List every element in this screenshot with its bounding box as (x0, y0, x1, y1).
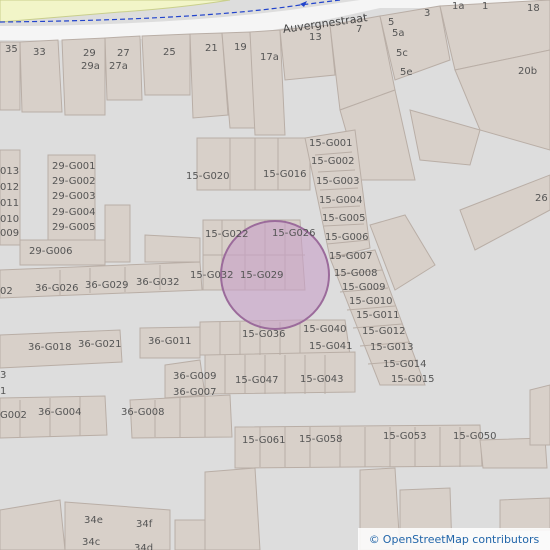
map-label: 15-G050 (453, 431, 497, 442)
map-label: 15-G012 (362, 326, 406, 337)
map-label: 15-G008 (334, 268, 378, 279)
map-label: 35 (5, 44, 18, 55)
map-label: 5c (396, 48, 408, 59)
map-label: 009 (0, 228, 20, 239)
map-label: 15-G043 (300, 374, 344, 385)
map-label: 15-G022 (205, 229, 249, 240)
attribution-link[interactable]: OpenStreetMap contributors (383, 533, 539, 546)
map-label: 013 (0, 166, 20, 177)
map-label: 36-G032 (136, 277, 180, 288)
green-area (0, 0, 231, 23)
map-label: 26 (535, 193, 548, 204)
map-label: 34f (136, 519, 153, 530)
map-label: 29 (83, 48, 96, 59)
map-label: 19 (234, 42, 247, 53)
map-label: 18 (527, 3, 540, 14)
map-label: 3 (424, 8, 431, 19)
map-label: 21 (205, 43, 218, 54)
map-label: 15-G013 (370, 342, 414, 353)
map-label: 15-G010 (349, 296, 393, 307)
map-label: G002 (0, 410, 27, 421)
map-label: 29-G005 (52, 222, 96, 233)
map-label: 3 (0, 370, 7, 381)
map-label: 36-G008 (121, 407, 165, 418)
map-label: 25 (163, 47, 176, 58)
map-label: 36-G029 (85, 280, 129, 291)
map-label: 36-G011 (148, 336, 192, 347)
map-label: 29a (81, 61, 100, 72)
map-label: 27 (117, 48, 130, 59)
map-label: 36-G021 (78, 339, 122, 350)
map-label: 15-G036 (242, 329, 286, 340)
map-label: 34d (134, 543, 154, 550)
map-label: 29-G006 (29, 246, 73, 257)
map-label: 13 (309, 32, 322, 43)
attribution[interactable]: © OpenStreetMap contributors (358, 528, 550, 550)
map-label: 15-G015 (391, 374, 435, 385)
map-label: 15-G001 (309, 138, 353, 149)
map-label: 15-G020 (186, 171, 230, 182)
map-label: 1a (452, 1, 465, 12)
map-label: 15-G032 (190, 270, 234, 281)
map-label: 29-G004 (52, 207, 96, 218)
map-label: 1 (482, 1, 489, 12)
map-label: 15-G004 (319, 195, 363, 206)
map-label: 20b (518, 66, 538, 77)
map-label: 15-G011 (356, 310, 400, 321)
map-label: 36-G004 (38, 407, 82, 418)
map-label: 5e (400, 67, 413, 78)
map-label: 011 (0, 198, 20, 209)
map-label: 29-G001 (52, 161, 96, 172)
map-label: 15-G061 (242, 435, 286, 446)
map-label: 15-G007 (329, 251, 373, 262)
map-label: 15-G005 (322, 213, 366, 224)
map-label: 15-G040 (303, 324, 347, 335)
map-label: 1 (0, 386, 7, 397)
map-label: 15-G047 (235, 375, 279, 386)
map-label: 15-G041 (309, 341, 353, 352)
map-label: 27a (109, 61, 128, 72)
copyright-symbol: © (368, 532, 380, 546)
map-label: 36-G018 (28, 342, 72, 353)
map-label: 15-G029 (240, 270, 284, 281)
map-label: 012 (0, 182, 20, 193)
map-label: 36-G007 (173, 387, 217, 398)
map-label: 15-G009 (342, 282, 386, 293)
map-canvas[interactable]: Auvergnestraat 35 33 29 29a 27 27a 25 21 19 17a 13… (0, 0, 550, 550)
map-label: 15-G053 (383, 431, 427, 442)
map-label: 33 (33, 47, 46, 58)
map-label: 36-G009 (173, 371, 217, 382)
map-label: 15-G002 (311, 156, 355, 167)
map-label: 15-G006 (325, 232, 369, 243)
map-label: 15-G014 (383, 359, 427, 370)
map-label: 29-G003 (52, 191, 96, 202)
map-label: 15-G058 (299, 434, 343, 445)
map-label: 17a (260, 52, 279, 63)
map-label: 36-G026 (35, 283, 79, 294)
map-label: 010 (0, 214, 20, 225)
map-label: 15-G026 (272, 228, 316, 239)
map-label: 34e (84, 515, 103, 526)
map-label: 15-G003 (316, 176, 360, 187)
map-label: 7 (356, 24, 363, 35)
map-label: 5a (392, 28, 405, 39)
map-label: 15-G016 (263, 169, 307, 180)
map-label: 29-G002 (52, 176, 96, 187)
map-label: 02 (0, 286, 13, 297)
map-label: 34c (82, 537, 101, 548)
